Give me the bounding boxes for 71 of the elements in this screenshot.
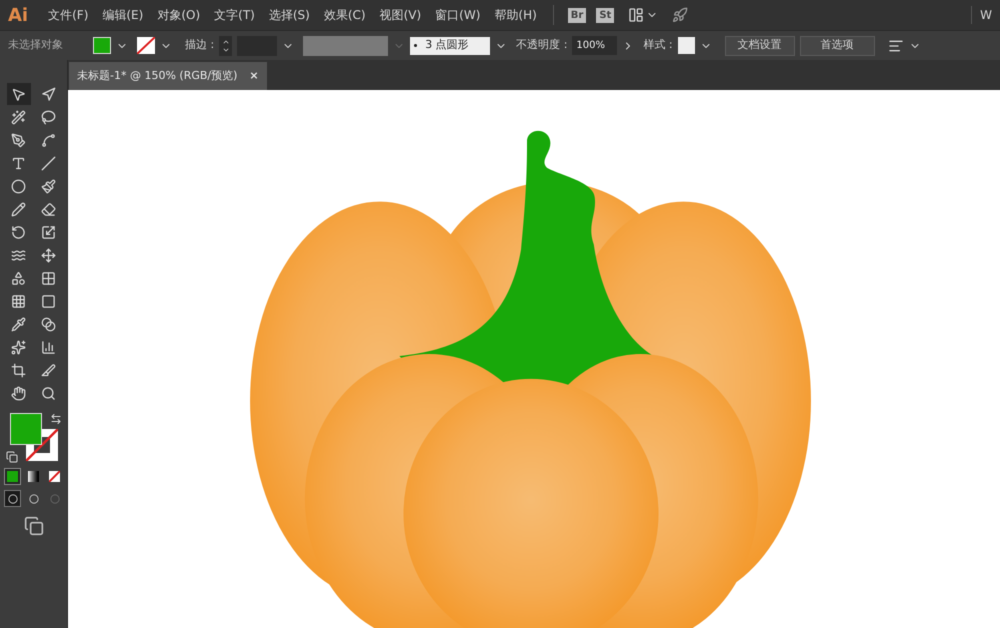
workspace-switcher[interactable]: W [971,6,992,24]
screen-mode-icon[interactable] [24,516,44,536]
rotate-icon [11,224,26,240]
document-setup-button[interactable]: 文档设置 [724,36,795,56]
fill-color-swatch[interactable] [10,413,42,445]
circle-icon [28,494,38,504]
menu-item[interactable]: 编辑(E) [96,6,150,24]
waves-icon [11,248,26,262]
brush-name: 3 点圆形 [425,37,469,54]
letter-t-icon [11,156,26,170]
fill-swatch[interactable] [93,37,111,54]
bridge-button[interactable]: Br [568,8,586,22]
style-label: 样式 : [643,37,673,54]
opacity-label: 不透明度 : [516,37,568,54]
crop-icon [11,362,26,378]
circle-icon [8,494,18,504]
align-icon[interactable] [888,38,904,54]
wand-icon [11,110,26,124]
scale-icon [41,224,56,240]
menu-item[interactable]: 选择(S) [262,6,316,24]
brush-icon [41,178,56,194]
circle-icon [50,494,60,504]
menu-item[interactable]: 文件(F) [42,6,94,24]
curve-icon [41,132,56,148]
selection-status: 未选择对象 [8,37,64,54]
brush-field[interactable]: 3 点圆形 [410,36,490,54]
arrow-pointer-icon [11,86,26,102]
document-title: 未标题-1* @ 150% (RGB/预览) [77,68,238,84]
hand-icon [11,386,26,400]
stroke-none-swatch[interactable] [137,37,155,54]
close-button[interactable]: × [249,68,259,84]
color-mode-button[interactable] [4,468,21,485]
stroke-label: 描边 : [185,37,214,54]
menu-item[interactable]: 文字(T) [208,6,261,24]
mesh-grid-icon [11,294,26,308]
swap-icon[interactable] [50,413,62,425]
ellipse-icon [11,178,26,194]
menu-item[interactable]: 帮助(H) [488,6,543,24]
grid-icon [41,270,56,286]
menu-item[interactable]: 对象(O) [151,6,206,24]
lasso-icon [41,110,56,124]
gradient-square-icon [41,294,56,308]
menu-item[interactable]: 窗口(W) [429,6,486,24]
menu-item[interactable]: 视图(V) [374,6,428,24]
preferences-button[interactable]: 首选项 [800,36,875,56]
knife-icon [41,362,56,378]
bar-chart-icon [41,340,56,354]
pencil-icon [11,202,26,216]
default-colors-icon[interactable] [6,451,18,463]
eraser-icon [41,202,56,216]
rocket-icon[interactable] [672,7,688,23]
selection-tool-button[interactable] [6,83,30,105]
opacity-field[interactable]: 100% [572,36,618,55]
search-icon [41,386,56,400]
menu-item[interactable]: 效果(C) [318,6,372,24]
eyedropper-icon [11,316,26,332]
gradient-mode-button[interactable] [25,468,42,485]
app-logo: Ai [8,4,28,28]
draw-mode-button[interactable] [4,490,21,507]
move-arrows-icon [41,248,56,262]
style-swatch[interactable] [678,37,695,54]
none-mode-button[interactable] [46,468,63,485]
blend-circles-icon [41,316,56,332]
stock-button[interactable]: St [596,8,614,22]
stroke-stepper[interactable] [219,36,232,56]
line-icon [41,156,56,170]
sparkles-icon [11,340,26,354]
pen-nib-icon [11,132,26,148]
layout-icon[interactable] [628,7,644,23]
shapes-icon [11,270,26,286]
document-tab[interactable]: 未标题-1* @ 150% (RGB/预览) × [69,62,267,90]
